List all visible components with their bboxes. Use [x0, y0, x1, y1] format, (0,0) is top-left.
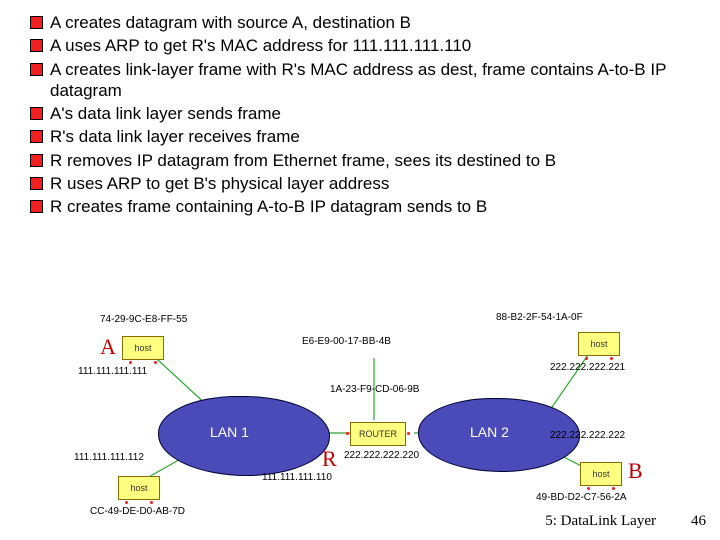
host-b-ip: 222.222.222.222 — [550, 430, 625, 441]
host-a-ip: 111.111.111.111 — [78, 366, 147, 377]
router-left-ip: 111.111.111.110 — [262, 472, 332, 483]
host-b-top-ip: 222.222.222.221 — [550, 362, 625, 373]
host-a-icon: host — [122, 336, 164, 360]
host-b-top-icon: host — [578, 332, 620, 356]
router-icon: ROUTER — [350, 422, 406, 446]
bullet-item: R removes IP datagram from Ethernet fram… — [28, 150, 692, 171]
lan1-label: LAN 1 — [210, 424, 249, 440]
label-r: R — [322, 446, 337, 472]
bullet-item: A's data link layer sends frame — [28, 103, 692, 124]
bullet-item: A creates link-layer frame with R's MAC … — [28, 59, 692, 102]
router-right-ip: 222.222.222.220 — [344, 450, 419, 461]
router-right-mac: 1A-23-F9-CD-06-9B — [330, 384, 419, 395]
host-b-mac: 49-BD-D2-C7-56-2A — [536, 492, 627, 503]
footer-chapter: 5: DataLink Layer — [545, 513, 656, 530]
host-a-mac: 74-29-9C-E8-FF-55 — [100, 314, 187, 325]
host-a2-mac: CC-49-DE-D0-AB-7D — [90, 506, 185, 517]
bullet-item: R uses ARP to get B's physical layer add… — [28, 173, 692, 194]
router-left-mac: E6-E9-00-17-BB-4B — [302, 336, 391, 347]
bullet-item: A creates datagram with source A, destin… — [28, 12, 692, 33]
bullet-item: R creates frame containing A-to-B IP dat… — [28, 196, 692, 217]
lan2-label: LAN 2 — [470, 424, 509, 440]
network-diagram: LAN 1 LAN 2 host A 74-29-9C-E8-FF-55 111… — [60, 308, 640, 518]
label-b: B — [628, 458, 643, 484]
host-a2-ip: 111.111.111.112 — [74, 452, 144, 463]
bullet-item: R's data link layer receives frame — [28, 126, 692, 147]
host-b-top-mac: 88-B2-2F-54-1A-0F — [496, 312, 583, 323]
bullet-list: A creates datagram with source A, destin… — [28, 12, 692, 217]
footer-page-number: 46 — [691, 513, 706, 530]
bullet-item: A uses ARP to get R's MAC address for 11… — [28, 35, 692, 56]
label-a: A — [100, 334, 116, 360]
host-a2-icon: host — [118, 476, 160, 500]
host-b-icon: host — [580, 462, 622, 486]
